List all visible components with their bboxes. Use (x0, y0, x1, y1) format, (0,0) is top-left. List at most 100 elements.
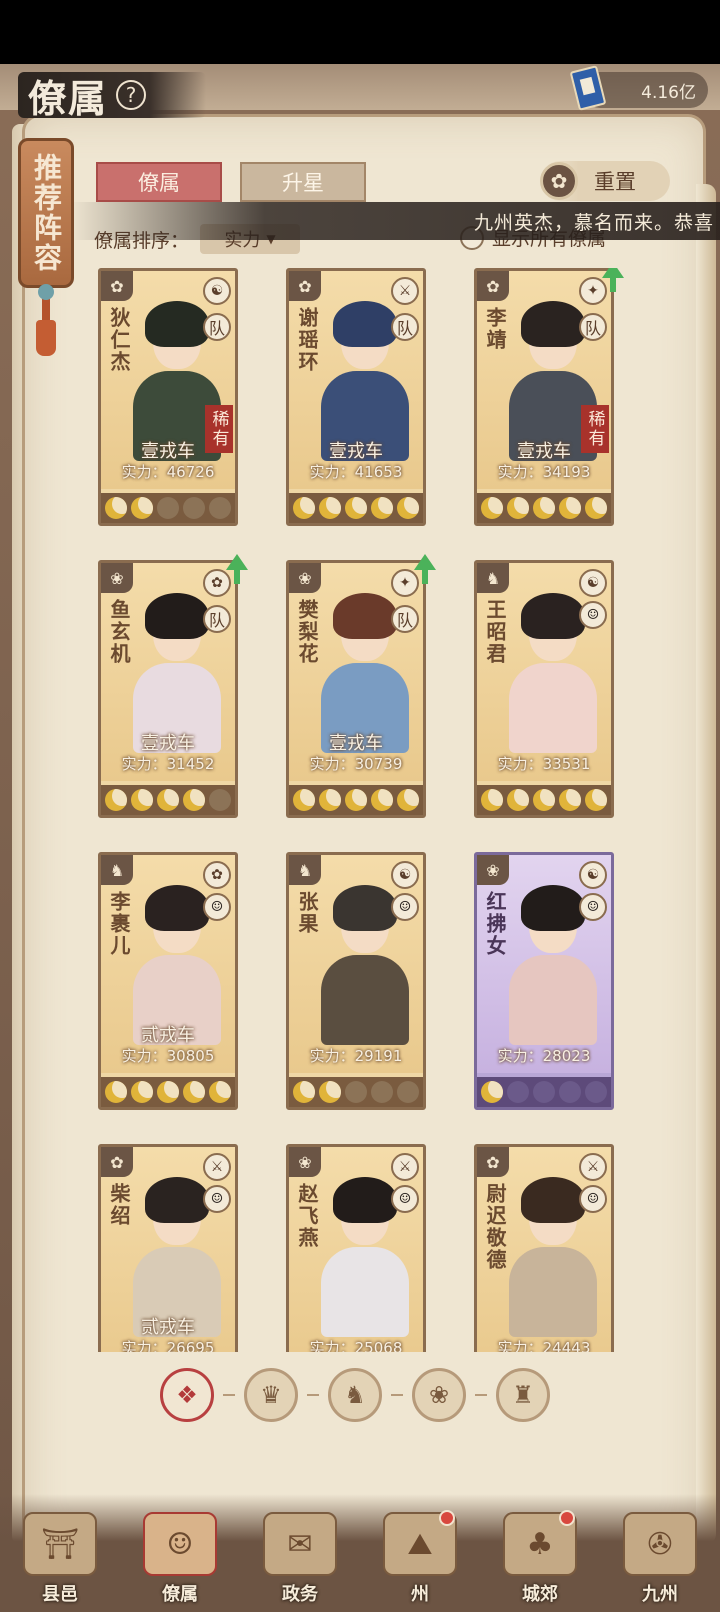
skill-icon: ☯ (391, 861, 419, 889)
mentor-avatar-icon: ☺ (391, 893, 419, 921)
subordinate-name: 李裹儿 (107, 891, 131, 957)
skill-icon: ✿ (203, 861, 231, 889)
mentor-avatar-icon: ☺ (203, 1185, 231, 1213)
help-icon[interactable]: ? (116, 80, 147, 110)
status-bar (0, 0, 720, 64)
page-title-plate: 僚属 ? (18, 72, 207, 121)
announcement-marquee: 九州英杰，慕名而来。恭喜 (70, 202, 720, 240)
moon-star-icon (585, 1081, 607, 1103)
subordinate-card[interactable]: ✿ ✦ 队李靖 稀有 壹戎车 实力：34193 (474, 268, 614, 526)
skill-icon: ⚔ (579, 1153, 607, 1181)
upgrade-arrow-stem (234, 570, 240, 584)
moon-star-icon (157, 1081, 179, 1103)
nav-item[interactable]: ✉ 政务 (245, 1496, 355, 1606)
star-rating (101, 1077, 235, 1107)
nav-item[interactable]: ⛩ 县邑 (5, 1496, 115, 1606)
star-rating (101, 493, 235, 523)
skill-icon: ☯ (579, 861, 607, 889)
reset-button[interactable]: ✿ 重置 (540, 161, 670, 201)
team-badge-icon: 队 (391, 605, 419, 633)
figure-hair (333, 1177, 397, 1223)
subordinate-name: 鱼玄机 (107, 599, 131, 665)
currency-display[interactable]: 4.16亿 (569, 65, 708, 111)
moon-star-icon (345, 1081, 367, 1103)
moon-star-icon (319, 1081, 341, 1103)
game-screen: 僚属 ? 4.16亿 推荐阵容 僚属 升星 ✿ 重置 僚属排序： 实力 ▼ 显示… (0, 64, 720, 1612)
mentor-avatar-icon: ☺ (579, 893, 607, 921)
moon-star-icon (319, 789, 341, 811)
moon-star-icon (131, 789, 153, 811)
nav-icon: ☺ (143, 1512, 217, 1576)
clan-filter-button[interactable]: ❀ (412, 1368, 466, 1422)
recommended-lineup-banner[interactable]: 推荐阵容 (18, 138, 74, 288)
tassel-decoration (36, 284, 56, 356)
subordinate-card[interactable]: ♞ ☯ ☺ 张果 实力：29191 (286, 852, 426, 1110)
subordinate-card[interactable]: ♞ ✿ ☺ 李裹儿 贰戎车 实力：30805 (98, 852, 238, 1110)
subordinate-name: 李靖 (483, 307, 507, 351)
moon-star-icon (293, 789, 315, 811)
moon-star-icon (209, 497, 231, 519)
subordinate-name: 王昭君 (483, 599, 507, 665)
team-badge-icon: 队 (203, 313, 231, 341)
moon-star-icon (585, 497, 607, 519)
power-value: 实力：29191 (309, 1047, 403, 1065)
figure-hair (145, 593, 209, 639)
moon-star-icon (533, 1081, 555, 1103)
subordinate-card[interactable]: ♞ ☯ ☺ 王昭君 实力：33531 (474, 560, 614, 818)
clan-icon: ❀ (289, 1147, 321, 1177)
moon-star-icon (209, 789, 231, 811)
star-rating (477, 785, 611, 815)
power-value: 实力：28023 (497, 1047, 591, 1065)
nav-item[interactable]: ♣ 城郊 (485, 1496, 595, 1606)
nav-item[interactable]: ☺ 僚属 (125, 1496, 235, 1606)
subordinate-card[interactable]: ✿ ⚔ ☺ 尉迟敬德 实力：24443 (474, 1144, 614, 1352)
clan-filter-button[interactable]: ❖ (160, 1368, 214, 1422)
subordinate-card[interactable]: ✿ ⚔ ☺ 柴绍 贰戎车 实力：26695 (98, 1144, 238, 1352)
subordinate-card[interactable]: ❀ ☯ ☺ 红拂女 实力：28023 (474, 852, 614, 1110)
book-right-edge (696, 184, 716, 1544)
clan-filter-button[interactable]: ♞ (328, 1368, 382, 1422)
nav-item[interactable]: ⛰ 州 (365, 1496, 475, 1606)
moon-star-icon (507, 497, 529, 519)
reset-icon: ✿ (540, 162, 578, 200)
mentor-avatar-icon: ☺ (579, 1185, 607, 1213)
star-rating (289, 493, 423, 523)
moon-star-icon (319, 497, 341, 519)
nav-icon: ✇ (623, 1512, 697, 1576)
nav-label: 州 (411, 1584, 429, 1605)
figure-body (509, 955, 597, 1045)
subordinate-card[interactable]: ✿ ☯ 队狄仁杰 稀有 壹戎车 实力：46726 (98, 268, 238, 526)
power-value: 实力：30739 (309, 755, 403, 773)
subordinate-card[interactable]: ❀ ✦ 队 樊梨花 壹戎车 实力：30739 (286, 560, 426, 818)
currency-amount: 4.16亿 (641, 82, 696, 103)
clan-filter-bar: ❖ ♛ ♞ ❀ ♜ (160, 1360, 550, 1430)
clan-icon: ✿ (477, 1147, 509, 1177)
team-badge-icon: 队 (203, 605, 231, 633)
page-title: 僚属 (28, 75, 109, 121)
clan-filter-button[interactable]: ♜ (496, 1368, 550, 1422)
skill-icon: ⚔ (391, 1153, 419, 1181)
subordinate-card[interactable]: ❀ ✿ 队 鱼玄机 壹戎车 实力：31452 (98, 560, 238, 818)
figure-hair (145, 885, 209, 931)
moon-star-icon (183, 1081, 205, 1103)
figure-hair (145, 1177, 209, 1223)
power-value: 实力：34193 (497, 463, 591, 481)
moon-star-icon (559, 497, 581, 519)
figure-hair (521, 301, 585, 347)
bottom-navigation: ⛩ 县邑 ☺ 僚属 ✉ 政务 ⛰ 州 ♣ 城郊 ✇ 九州 (0, 1494, 720, 1612)
subordinate-card[interactable]: ❀ ⚔ ☺ 赵飞燕 实力：25068 (286, 1144, 426, 1352)
subordinate-name: 张果 (295, 891, 319, 935)
rank-label: 贰戎车 (141, 1025, 195, 1046)
upgrade-arrow-stem (422, 570, 428, 584)
tab-subordinates[interactable]: 僚属 (96, 162, 222, 202)
rank-label: 壹戎车 (141, 441, 195, 462)
tab-star-up[interactable]: 升星 (240, 162, 366, 202)
nav-item[interactable]: ✇ 九州 (605, 1496, 715, 1606)
moon-star-icon (209, 1081, 231, 1103)
subordinate-card[interactable]: ✿ ⚔ 队 谢瑶环 壹戎车 实力：41653 (286, 268, 426, 526)
skill-icon: ⚔ (391, 277, 419, 305)
moon-star-icon (533, 789, 555, 811)
subordinate-name: 红拂女 (483, 891, 507, 957)
clan-filter-button[interactable]: ♛ (244, 1368, 298, 1422)
subordinate-name: 樊梨花 (295, 599, 319, 665)
